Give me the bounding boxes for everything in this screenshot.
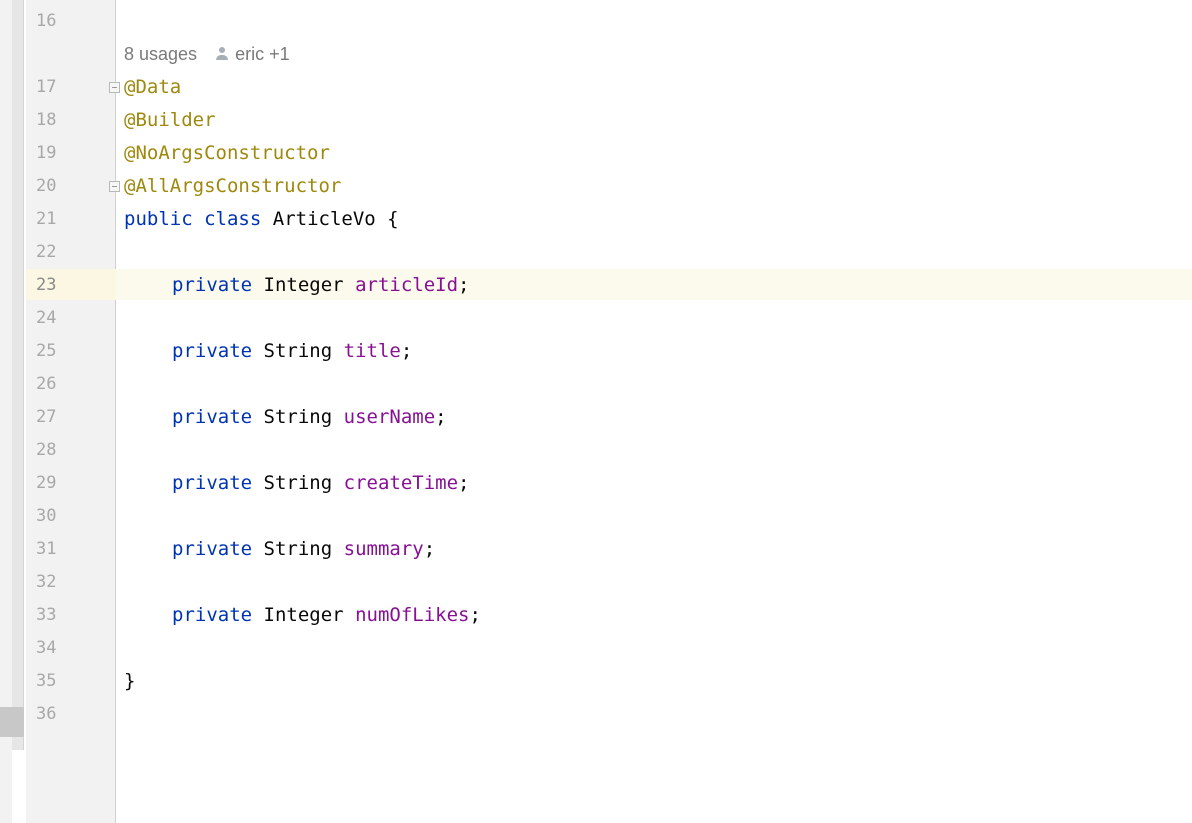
line-number: 27 xyxy=(36,407,57,427)
class-close-brace[interactable]: } xyxy=(124,670,135,692)
semicolon: ; xyxy=(435,406,447,428)
field-name: userName xyxy=(343,406,436,428)
line-number: 36 xyxy=(36,704,57,724)
fold-start-marker[interactable] xyxy=(109,82,120,93)
type-name: Integer xyxy=(263,604,344,626)
usages-count[interactable]: 8 usages xyxy=(124,44,197,64)
line-number: 34 xyxy=(36,638,57,658)
scroll-track[interactable] xyxy=(12,0,24,750)
keyword-public: public xyxy=(124,208,193,230)
type-name: String xyxy=(263,340,333,362)
line-number: 26 xyxy=(36,374,57,394)
keyword-private: private xyxy=(172,274,253,296)
semicolon: ; xyxy=(400,340,413,362)
line-number: 35 xyxy=(36,671,57,691)
line-number: 22 xyxy=(36,242,57,262)
type-name: String xyxy=(263,406,333,428)
annotation-builder[interactable]: @Builder xyxy=(124,109,216,131)
keyword-private: private xyxy=(172,340,253,362)
field-line-summary[interactable]: private String summary; xyxy=(172,538,435,560)
field-name: title xyxy=(343,340,401,362)
left-tool-strip xyxy=(0,0,12,823)
annotation-noargs[interactable]: @NoArgsConstructor xyxy=(124,142,330,164)
field-line-numOfLikes[interactable]: private Integer numOfLikes; xyxy=(172,604,481,626)
line-number-current: 23 xyxy=(36,275,57,295)
semicolon: ; xyxy=(469,604,481,626)
line-number: 31 xyxy=(36,539,57,559)
line-number: 18 xyxy=(36,110,57,130)
keyword-private: private xyxy=(172,406,253,428)
line-number: 17 xyxy=(36,77,57,97)
field-line-userName[interactable]: private String userName; xyxy=(172,406,447,428)
field-name: summary xyxy=(343,538,424,560)
user-icon xyxy=(215,47,229,61)
semicolon: ; xyxy=(458,274,470,296)
fold-end-marker[interactable] xyxy=(109,181,120,192)
line-number: 24 xyxy=(36,308,57,328)
line-number: 20 xyxy=(36,176,57,196)
field-name: createTime xyxy=(343,472,459,494)
keyword-private: private xyxy=(172,604,253,626)
type-name: String xyxy=(263,472,333,494)
field-name: numOfLikes xyxy=(355,604,470,626)
keyword-private: private xyxy=(172,472,253,494)
annotation-allargs[interactable]: @AllArgsConstructor xyxy=(124,175,341,197)
type-name: String xyxy=(263,538,333,560)
keyword-private: private xyxy=(172,538,253,560)
type-name: Integer xyxy=(263,274,344,296)
keyword-class: class xyxy=(204,208,262,230)
line-number: 21 xyxy=(36,209,57,229)
line-number: 30 xyxy=(36,506,57,526)
semicolon: ; xyxy=(458,472,470,494)
class-declaration-line[interactable]: public class ArticleVo { xyxy=(124,208,399,230)
field-name: articleId xyxy=(355,274,459,296)
field-line-articleId[interactable]: private Integer articleId; xyxy=(172,274,469,296)
line-number: 28 xyxy=(36,440,57,460)
field-line-createTime[interactable]: private String createTime; xyxy=(172,472,469,494)
line-number: 19 xyxy=(36,143,57,163)
semicolon: ; xyxy=(423,538,436,560)
line-number: 32 xyxy=(36,572,57,592)
field-line-title[interactable]: private String title; xyxy=(172,340,412,362)
line-number: 29 xyxy=(36,473,57,493)
author-hint[interactable]: eric +1 xyxy=(235,44,290,64)
class-name: ArticleVo { xyxy=(272,208,399,230)
line-number: 33 xyxy=(36,605,57,625)
scroll-marker[interactable] xyxy=(0,707,24,737)
line-number: 16 xyxy=(36,11,57,31)
line-number: 25 xyxy=(36,341,57,361)
annotation-data[interactable]: @Data xyxy=(124,76,181,98)
inlay-usage-hint[interactable]: 8 usages eric +1 xyxy=(124,43,290,65)
